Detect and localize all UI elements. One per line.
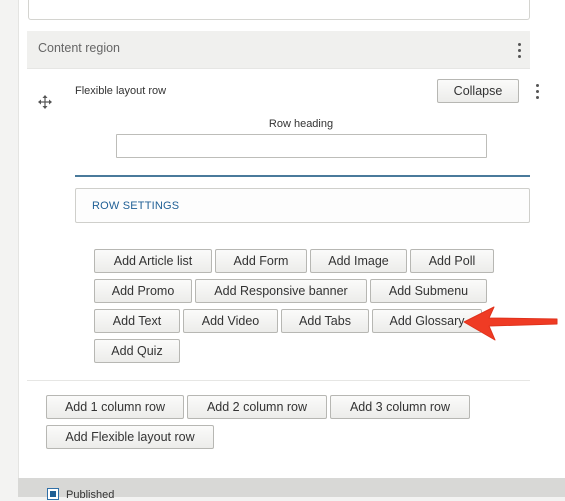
row-menu-icon[interactable] (531, 84, 543, 102)
row-settings-box[interactable]: ROW SETTINGS (75, 188, 530, 223)
previous-field-box (28, 0, 530, 20)
add-video-button[interactable]: Add Video (183, 309, 278, 333)
row-divider (75, 175, 530, 177)
add-poll-button[interactable]: Add Poll (410, 249, 494, 273)
content-region-header: Content region (27, 31, 530, 69)
add-tabs-button[interactable]: Add Tabs (281, 309, 369, 333)
region-title: Content region (38, 41, 121, 55)
add-flexible-layout-row-button[interactable]: Add Flexible layout row (46, 425, 214, 449)
drag-handle-icon[interactable] (38, 95, 52, 109)
published-label: Published (66, 489, 115, 501)
row-heading-input[interactable] (116, 134, 487, 158)
add-text-button[interactable]: Add Text (94, 309, 180, 333)
section-divider (27, 380, 530, 381)
add-promo-button[interactable]: Add Promo (94, 279, 192, 303)
add-3-column-row-button[interactable]: Add 3 column row (330, 395, 470, 419)
add-image-button[interactable]: Add Image (310, 249, 407, 273)
red-arrow-icon (463, 306, 558, 341)
add-article-list-button[interactable]: Add Article list (94, 249, 212, 273)
add-responsive-banner-button[interactable]: Add Responsive banner (195, 279, 367, 303)
add-submenu-button[interactable]: Add Submenu (370, 279, 487, 303)
published-checkbox[interactable] (47, 488, 59, 500)
row-heading-label: Row heading (268, 118, 334, 130)
collapse-button[interactable]: Collapse (437, 79, 519, 103)
add-quiz-button[interactable]: Add Quiz (94, 339, 180, 363)
row-settings-link[interactable]: ROW SETTINGS (92, 200, 179, 212)
add-2-column-row-button[interactable]: Add 2 column row (187, 395, 327, 419)
region-menu-icon[interactable] (513, 43, 525, 61)
add-1-column-row-button[interactable]: Add 1 column row (46, 395, 184, 419)
row-type-label: Flexible layout row (75, 85, 167, 97)
add-form-button[interactable]: Add Form (215, 249, 307, 273)
